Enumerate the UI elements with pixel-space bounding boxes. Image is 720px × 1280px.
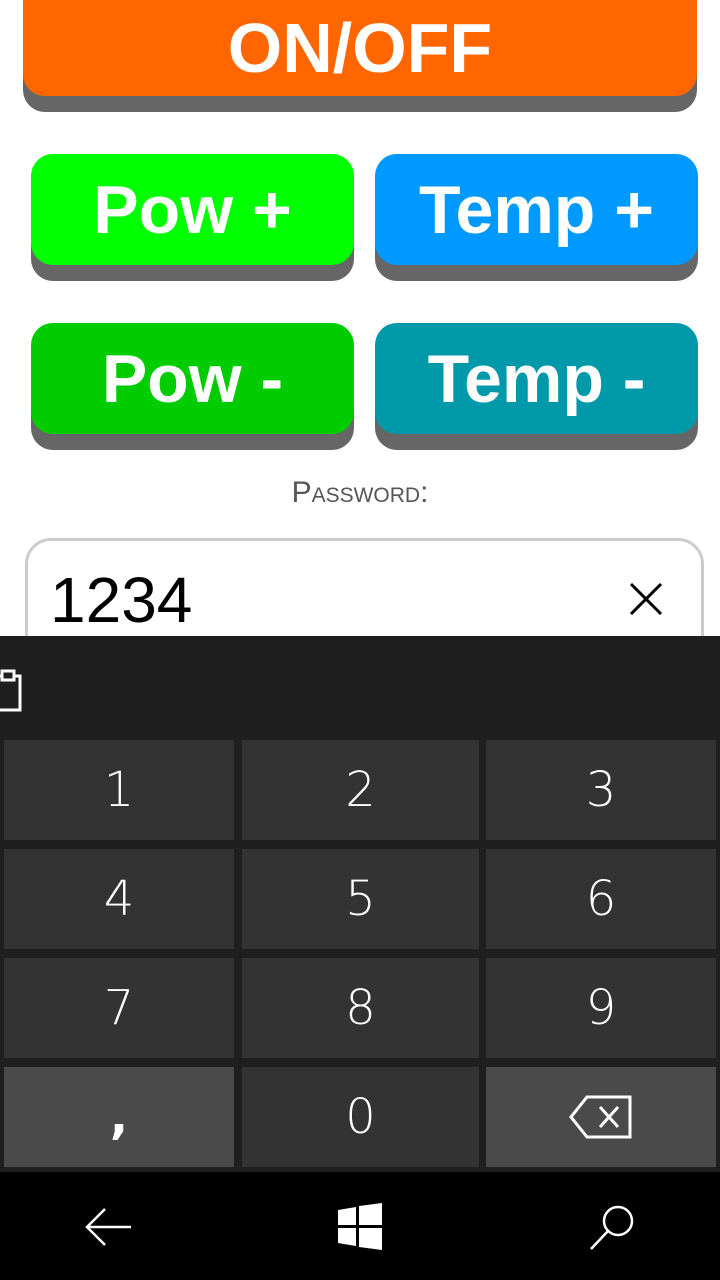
clipboard-icon[interactable] <box>0 668 22 712</box>
temp-minus-label: Temp - <box>427 340 646 417</box>
backspace-key[interactable] <box>486 1067 716 1167</box>
key-6[interactable]: 6 <box>486 849 716 949</box>
pow-minus-label: Pow - <box>101 340 284 417</box>
pow-plus-label: Pow + <box>93 171 292 248</box>
key-4[interactable]: 4 <box>4 849 234 949</box>
search-icon[interactable] <box>588 1202 638 1252</box>
key-8[interactable]: 8 <box>242 958 479 1058</box>
key-9[interactable]: 9 <box>486 958 716 1058</box>
key-1[interactable]: 1 <box>4 740 234 840</box>
key-comma[interactable]: , <box>4 1067 234 1167</box>
keyboard-toolbar <box>0 636 720 740</box>
numeric-keyboard: 1 2 3 4 5 6 7 8 9 , 0 <box>0 636 720 1172</box>
key-2[interactable]: 2 <box>242 740 479 840</box>
password-value: 1234 <box>50 564 193 636</box>
pow-minus-button[interactable]: Pow - <box>31 323 354 434</box>
back-arrow-icon[interactable] <box>84 1202 134 1252</box>
windows-icon[interactable] <box>336 1202 386 1252</box>
key-5[interactable]: 5 <box>242 849 479 949</box>
pow-plus-button[interactable]: Pow + <box>31 154 354 265</box>
key-3[interactable]: 3 <box>486 740 716 840</box>
backspace-icon <box>569 1095 632 1139</box>
close-icon[interactable] <box>628 581 664 617</box>
system-navigation-bar <box>0 1172 720 1280</box>
temp-plus-button[interactable]: Temp + <box>375 154 698 265</box>
password-label: Password: <box>291 476 429 509</box>
on-off-label: ON/OFF <box>227 9 493 87</box>
key-7[interactable]: 7 <box>4 958 234 1058</box>
temp-minus-button[interactable]: Temp - <box>375 323 698 434</box>
temp-plus-label: Temp + <box>419 171 654 248</box>
key-0[interactable]: 0 <box>242 1067 479 1167</box>
on-off-button[interactable]: ON/OFF <box>23 0 697 96</box>
